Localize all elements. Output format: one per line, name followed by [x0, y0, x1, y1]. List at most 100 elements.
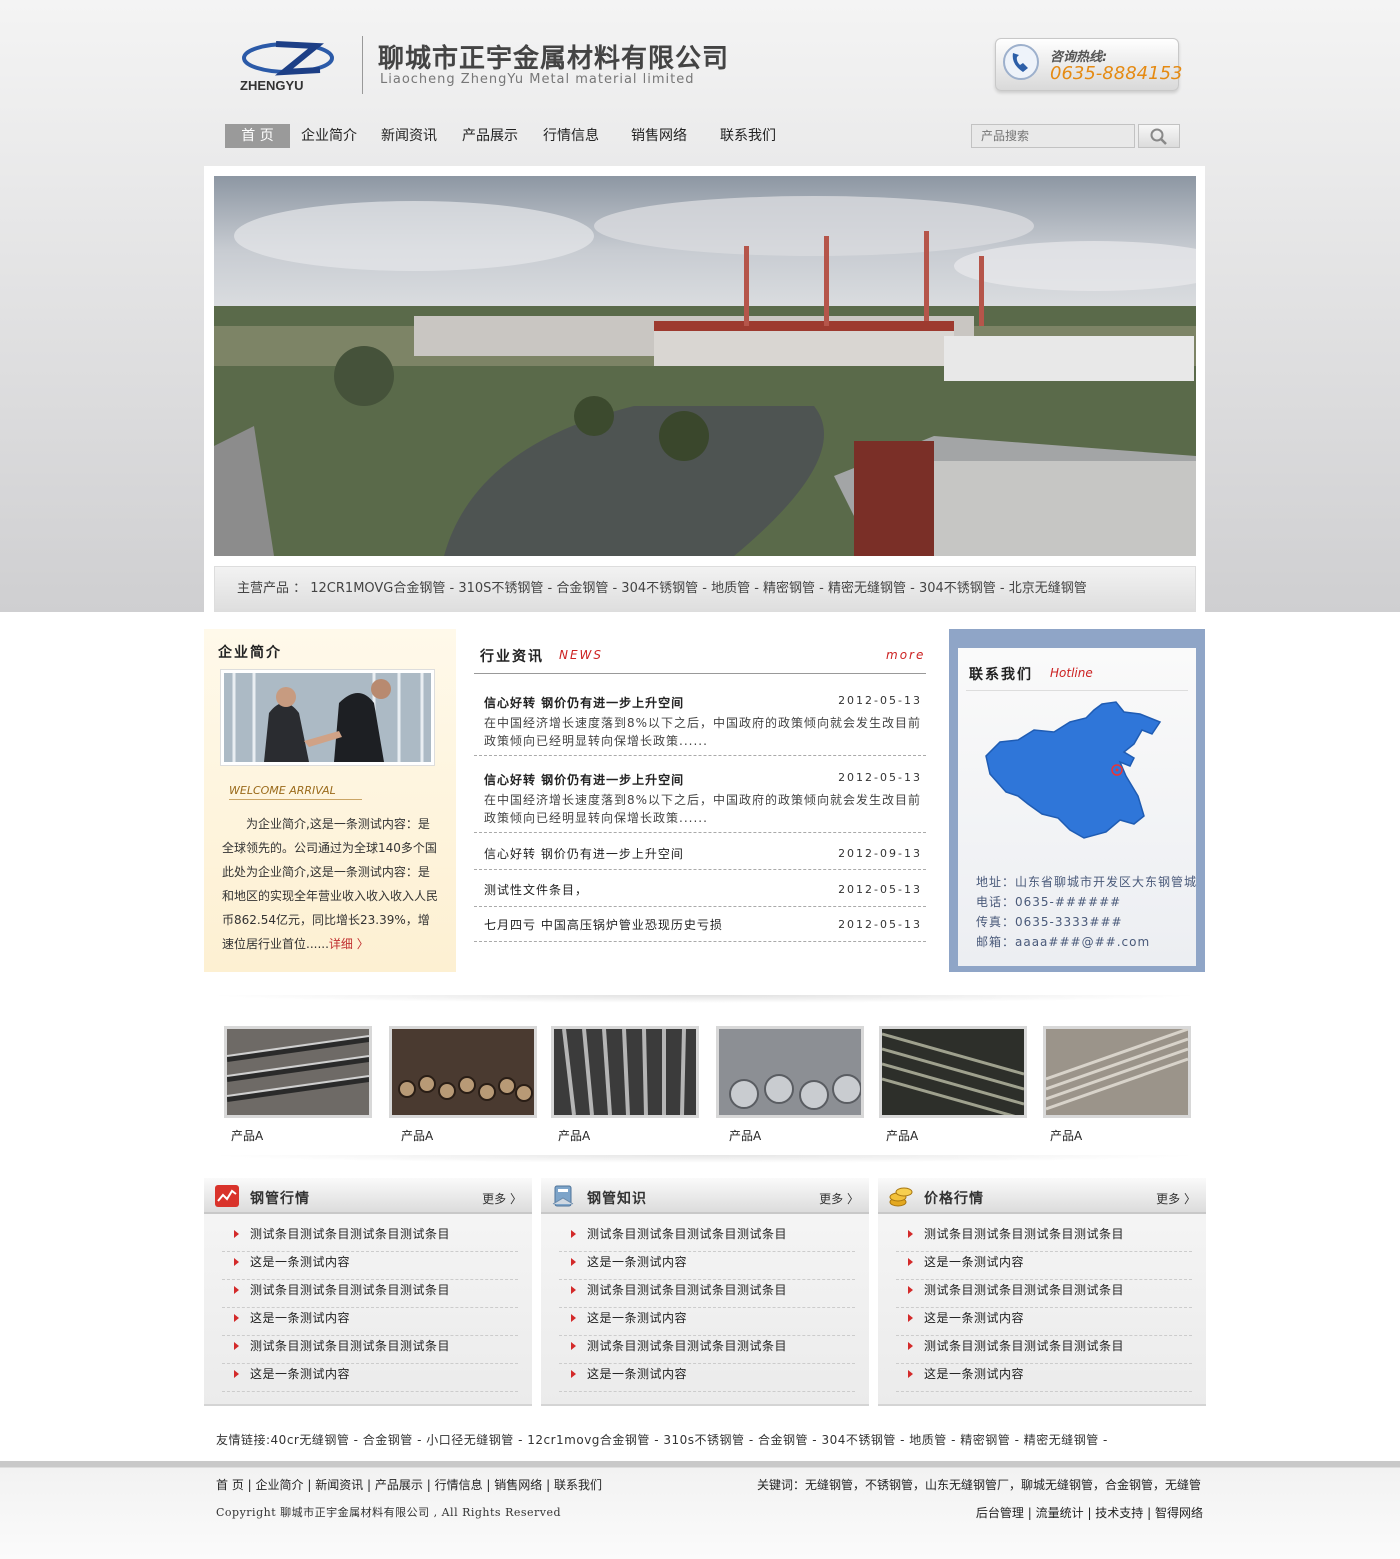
product-name[interactable]: 产品A — [558, 1127, 590, 1144]
footer-link[interactable]: 销售网络 — [494, 1478, 542, 1492]
list-item[interactable]: 这是一条测试内容 — [559, 1364, 855, 1392]
footer-link[interactable]: 新闻资讯 — [315, 1478, 363, 1492]
product-image[interactable] — [389, 1026, 537, 1118]
product-name[interactable]: 产品A — [729, 1127, 761, 1144]
list-item[interactable]: 这是一条测试内容 — [559, 1252, 855, 1280]
search-icon — [1150, 128, 1167, 145]
news-item[interactable]: 测试性文件条目， 2012-05-13 — [474, 881, 926, 907]
list-item[interactable]: 测试条目测试条目测试条目测试条目 — [559, 1280, 855, 1308]
contact-divider — [966, 690, 1188, 691]
list-item[interactable]: 测试条目测试条目测试条目测试条目 — [896, 1336, 1192, 1364]
product-name[interactable]: 产品A — [401, 1127, 433, 1144]
search-input[interactable] — [971, 124, 1135, 148]
list-item[interactable]: 这是一条测试内容 — [222, 1252, 518, 1280]
nav-products[interactable]: 产品展示 — [457, 124, 523, 148]
footer-link[interactable]: 产品展示 — [375, 1478, 423, 1492]
nav-contact[interactable]: 联系我们 — [715, 124, 781, 148]
news-item-date: 2012-05-13 — [838, 918, 922, 931]
panel-list: 测试条目测试条目测试条目测试条目 这是一条测试内容 测试条目测试条目测试条目测试… — [559, 1224, 855, 1392]
footer-nav: 首 页 | 企业简介 | 新闻资讯 | 产品展示 | 行情信息 | 销售网络 |… — [216, 1478, 602, 1492]
list-item[interactable]: 测试条目测试条目测试条目测试条目 — [222, 1336, 518, 1364]
admin-link[interactable]: 后台管理 — [976, 1506, 1024, 1520]
product-image[interactable] — [716, 1026, 864, 1118]
list-item[interactable]: 这是一条测试内容 — [559, 1308, 855, 1336]
nav-news[interactable]: 新闻资讯 — [376, 124, 442, 148]
news-item-title[interactable]: 七月四亏 中国高压锅炉管业恐现历史亏损 — [484, 916, 723, 933]
news-item-summary: 在中国经济增长速度落到8%以下之后，中国政府的政策倾向就会发生改目前政策倾向已经… — [484, 793, 922, 825]
nav-home[interactable]: 首 页 — [225, 124, 290, 148]
nav-about[interactable]: 企业简介 — [296, 124, 362, 148]
list-item[interactable]: 这是一条测试内容 — [222, 1308, 518, 1336]
chart-icon — [215, 1185, 239, 1207]
friend-links[interactable]: 友情链接:40cr无缝钢管 - 合金钢管 - 小口径无缝钢管 - 12cr1mo… — [216, 1431, 1108, 1448]
news-item-date: 2012-05-13 — [838, 694, 922, 707]
news-item-date: 2012-09-13 — [838, 847, 922, 860]
about-title: 企业简介 — [218, 645, 282, 661]
list-item[interactable]: 测试条目测试条目测试条目测试条目 — [559, 1336, 855, 1364]
products-shadow-bottom — [204, 1155, 1205, 1163]
company-name-en: Liaocheng ZhengYu Metal material limited — [380, 72, 695, 87]
product-name[interactable]: 产品A — [1050, 1127, 1082, 1144]
news-item-summary: 在中国经济增长速度落到8%以下之后，中国政府的政策倾向就会发生改目前政策倾向已经… — [484, 716, 922, 748]
panel-list: 测试条目测试条目测试条目测试条目 这是一条测试内容 测试条目测试条目测试条目测试… — [896, 1224, 1192, 1392]
phone-icon — [1003, 44, 1039, 80]
welcome-label: WELCOME ARRIVAL — [229, 784, 362, 800]
about-text: 为企业简介,这是一条测试内容：是全球领先的。公司通过为全球140多个国此处为企业… — [222, 812, 438, 956]
list-item[interactable]: 这是一条测试内容 — [896, 1252, 1192, 1280]
panel-more-link[interactable]: 更多 〉 — [1156, 1190, 1196, 1207]
news-item-title[interactable]: 信心好转 钢价仍有进一步上升空间 — [484, 694, 684, 711]
logo-icon[interactable]: ZHENGYU — [238, 38, 348, 94]
panel-more-link[interactable]: 更多 〉 — [482, 1190, 522, 1207]
main-products-bar: 主营产品 ： 12CR1MOVG合金钢管 - 310S不锈钢管 - 合金钢管 -… — [214, 566, 1196, 612]
contact-title: 联系我们 — [969, 667, 1033, 683]
vendor-link[interactable]: 智得网络 — [1155, 1506, 1203, 1520]
panel-header: 钢管行情 更多 〉 — [204, 1178, 532, 1214]
panel-list: 测试条目测试条目测试条目测试条目 这是一条测试内容 测试条目测试条目测试条目测试… — [222, 1224, 518, 1392]
news-item-title[interactable]: 信心好转 钢价仍有进一步上升空间 — [484, 771, 684, 788]
footer-link[interactable]: 企业简介 — [256, 1478, 304, 1492]
about-body: 为企业简介,这是一条测试内容：是全球领先的。公司通过为全球140多个国此处为企业… — [222, 817, 439, 951]
book-icon — [552, 1185, 574, 1207]
about-photo — [220, 669, 435, 766]
list-item[interactable]: 测试条目测试条目测试条目测试条目 — [896, 1280, 1192, 1308]
product-image[interactable] — [551, 1026, 699, 1118]
list-item[interactable]: 测试条目测试条目测试条目测试条目 — [559, 1224, 855, 1252]
panel-title: 钢管知识 — [587, 1191, 647, 1207]
product-name[interactable]: 产品A — [886, 1127, 918, 1144]
footer-link[interactable]: 首 页 — [216, 1478, 244, 1492]
news-item[interactable]: 七月四亏 中国高压锅炉管业恐现历史亏损 2012-05-13 — [474, 916, 926, 942]
panel-title: 钢管行情 — [250, 1191, 310, 1207]
footer-link[interactable]: 行情信息 — [435, 1478, 483, 1492]
news-item[interactable]: 信心好转 钢价仍有进一步上升空间 2012-05-13 在中国经济增长速度落到8… — [474, 771, 926, 833]
news-item[interactable]: 信心好转 钢价仍有进一步上升空间 2012-05-13 在中国经济增长速度落到8… — [474, 694, 926, 756]
product-name[interactable]: 产品A — [231, 1127, 263, 1144]
about-more-link[interactable]: 详细 〉 — [329, 937, 369, 951]
product-image[interactable] — [224, 1026, 372, 1118]
footer-link[interactable]: 联系我们 — [554, 1478, 602, 1492]
news-item-title[interactable]: 测试性文件条目， — [484, 881, 588, 898]
price-market-panel: 价格行情 更多 〉 测试条目测试条目测试条目测试条目 这是一条测试内容 测试条目… — [878, 1178, 1206, 1406]
news-item-title[interactable]: 信心好转 钢价仍有进一步上升空间 — [484, 845, 684, 862]
nav-sales[interactable]: 销售网络 — [626, 124, 692, 148]
list-item[interactable]: 测试条目测试条目测试条目测试条目 — [896, 1224, 1192, 1252]
nav-market[interactable]: 行情信息 — [538, 124, 604, 148]
panel-header: 价格行情 更多 〉 — [878, 1178, 1206, 1214]
list-item[interactable]: 这是一条测试内容 — [896, 1364, 1192, 1392]
company-name: 聊城市正宇金属材料有限公司 — [378, 44, 730, 74]
list-item[interactable]: 测试条目测试条目测试条目测试条目 — [222, 1280, 518, 1308]
hotline-number: 0635-8884153 — [1050, 63, 1183, 84]
product-image[interactable] — [1043, 1026, 1191, 1118]
news-item[interactable]: 信心好转 钢价仍有进一步上升空间 2012-09-13 — [474, 845, 926, 870]
news-title-en: NEWS — [559, 648, 604, 662]
product-image[interactable] — [879, 1026, 1027, 1118]
search-button[interactable] — [1138, 124, 1180, 148]
china-map-icon — [985, 701, 1162, 839]
stats-link[interactable]: 流量统计 — [1036, 1506, 1084, 1520]
list-item[interactable]: 这是一条测试内容 — [896, 1308, 1192, 1336]
panel-header: 钢管知识 更多 〉 — [541, 1178, 869, 1214]
support-link[interactable]: 技术支持 — [1095, 1506, 1143, 1520]
list-item[interactable]: 测试条目测试条目测试条目测试条目 — [222, 1224, 518, 1252]
news-more-link[interactable]: more — [886, 648, 925, 662]
panel-more-link[interactable]: 更多 〉 — [819, 1190, 859, 1207]
list-item[interactable]: 这是一条测试内容 — [222, 1364, 518, 1392]
